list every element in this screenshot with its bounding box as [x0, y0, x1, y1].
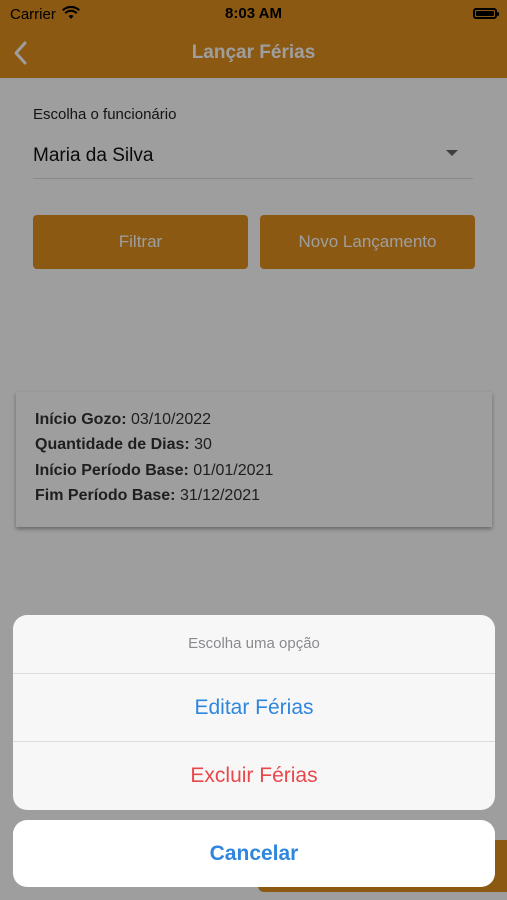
- action-sheet-title: Escolha uma opção: [188, 635, 320, 652]
- action-sheet: Escolha uma opção Editar Férias Excluir …: [13, 615, 495, 810]
- cancel-button[interactable]: Cancelar: [13, 820, 495, 887]
- edit-vacation-button[interactable]: Editar Férias: [13, 674, 495, 741]
- delete-vacation-button[interactable]: Excluir Férias: [13, 742, 495, 809]
